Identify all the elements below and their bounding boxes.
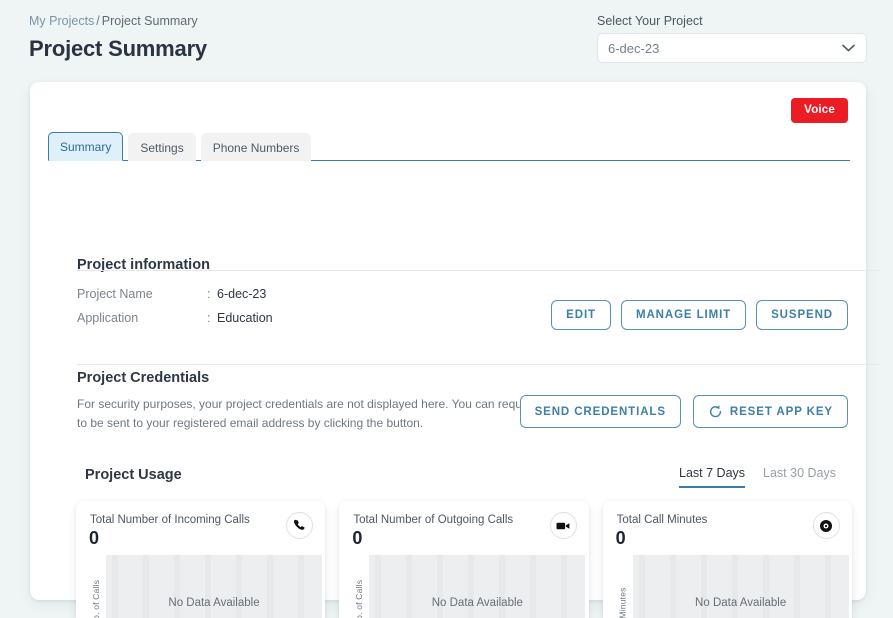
reset-app-key-label: RESET APP KEY [729,405,833,418]
video-camera-icon [549,512,577,539]
chart-plot-area: No Data Available [369,555,586,618]
usage-card-title: Total Number of Incoming Calls [90,514,250,526]
timer-icon [812,512,840,539]
project-select-value: 6-dec-23 [608,40,660,56]
project-credentials-section: Project Credentials For security purpose… [77,370,577,433]
send-credentials-button[interactable]: SEND CREDENTIALS [519,395,681,428]
breadcrumb-link-my-projects[interactable]: My Projects [29,14,94,28]
project-usage-title: Project Usage [85,467,182,483]
usage-card-value: 0 [352,528,363,548]
usage-card-outgoing-calls: Total Number of Outgoing Calls 0 No. of … [339,501,589,618]
voice-badge[interactable]: Voice [791,98,848,123]
info-row-project-name: Project Name : 6-dec-23 [77,284,273,303]
usage-card-title: Total Call Minutes [616,514,708,526]
info-colon: : [207,286,211,301]
divider-bottom [77,364,879,365]
refresh-icon [708,404,723,419]
phone-incoming-icon [286,512,314,539]
info-value-project-name: 6-dec-23 [217,286,267,301]
usage-chart: Minutes No Data Available Days [617,555,849,618]
tab-summary[interactable]: Summary [48,132,124,161]
breadcrumb-separator: / [96,14,100,28]
info-value-application: Education [217,310,273,325]
chart-y-axis-label: Minutes [617,587,628,618]
send-credentials-label: SEND CREDENTIALS [534,405,666,418]
info-label-application: Application [77,310,139,325]
usage-chart: No. of Calls No Data Available Days [353,555,586,618]
chart-empty-message: No Data Available [695,597,787,609]
reset-app-key-button[interactable]: RESET APP KEY [692,395,848,428]
chart-plot-area: No Data Available [632,555,849,618]
usage-range-tabs: Last 7 Days Last 30 Days [679,466,836,488]
project-credentials-actions: SEND CREDENTIALS RESET APP KEY [519,395,848,428]
range-last-7-days[interactable]: Last 7 Days [679,466,746,488]
suspend-button[interactable]: SUSPEND [756,300,848,330]
chart-y-axis-label: No. of Calls [91,579,101,618]
tab-bar: Summary Settings Phone Numbers [48,132,850,161]
project-select-input[interactable]: 6-dec-23 [597,33,867,63]
divider-top [77,270,879,271]
project-information-actions: EDIT MANAGE LIMIT SUSPEND [551,300,848,330]
chart-empty-message: No Data Available [168,597,260,609]
info-colon: : [207,310,211,325]
usage-card-incoming-calls: Total Number of Incoming Calls 0 No. of … [76,501,326,618]
usage-card-title: Total Number of Outgoing Calls [353,514,514,526]
breadcrumb-current: Project Summary [101,14,198,28]
info-label-project-name: Project Name [77,286,153,301]
project-credentials-description: For security purposes, your project cred… [77,397,568,430]
tab-settings[interactable]: Settings [128,133,196,161]
manage-limit-button[interactable]: MANAGE LIMIT [620,300,747,330]
edit-button[interactable]: EDIT [551,300,611,330]
usage-card-call-minutes: Total Call Minutes 0 Minutes No Data Ava… [602,501,852,618]
chevron-down-icon [842,44,855,52]
usage-card-value: 0 [89,528,100,548]
range-last-30-days[interactable]: Last 30 Days [763,466,836,486]
tab-phone-numbers[interactable]: Phone Numbers [200,133,312,161]
project-selector: Select Your Project 6-dec-23 [597,14,867,63]
usage-chart: No. of Calls No Data Available Days [90,555,322,618]
project-usage-header: Project Usage [85,467,182,483]
project-credentials-title: Project Credentials [77,370,210,386]
chart-empty-message: No Data Available [431,597,523,609]
project-summary-card: Voice Summary Settings Phone Numbers Pro… [30,82,879,618]
chart-plot-area: No Data Available [106,555,322,618]
info-row-application: Application : Education [77,308,273,327]
project-summary-page: My Projects / Project Summary Project Summ… [0,0,893,618]
project-information-section: Project information Project Name : 6-dec… [77,257,273,332]
project-selector-label: Select Your Project [597,14,703,28]
usage-card-grid: Total Number of Incoming Calls 0 No. of … [76,501,852,618]
chart-y-axis-label: No. of Calls [354,579,365,618]
usage-card-value: 0 [615,528,626,548]
